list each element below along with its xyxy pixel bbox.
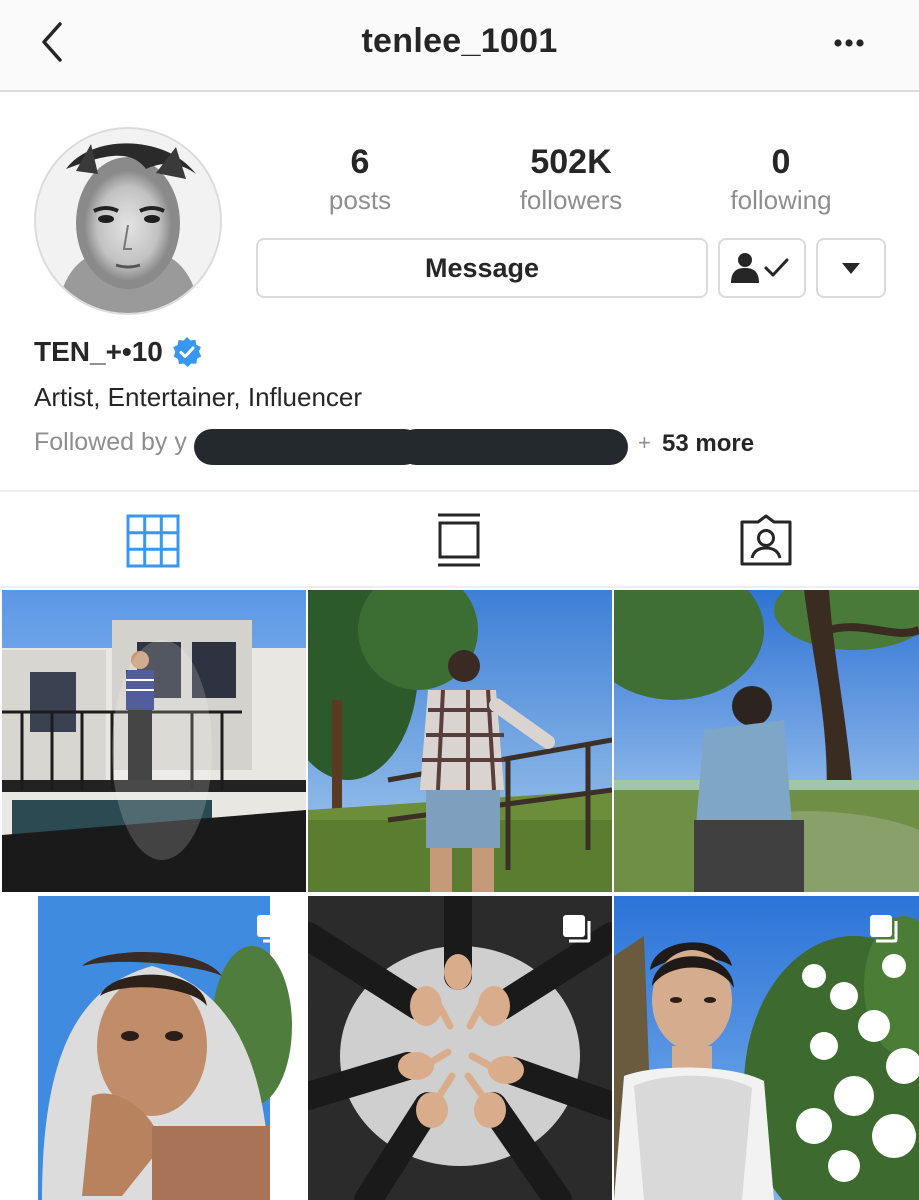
carousel-icon <box>870 915 898 943</box>
feed-view-icon <box>438 513 480 567</box>
stat-followers[interactable]: 502K followers <box>471 142 671 216</box>
stat-following[interactable]: 0 following <box>681 142 881 216</box>
carousel-icon <box>257 915 285 943</box>
followers-count: 502K <box>530 143 612 181</box>
profile-username-title: tenlee_1001 <box>361 22 558 60</box>
post-thumbnail[interactable] <box>2 590 306 892</box>
following-count: 0 <box>771 143 791 181</box>
tab-grid[interactable] <box>126 514 186 572</box>
followed-by-plus: + <box>638 430 651 455</box>
message-button[interactable]: Message <box>256 238 708 298</box>
followed-by-more-link[interactable]: 53 more <box>662 430 754 458</box>
followed-by-row[interactable]: Followed by y y + 53 more <box>34 428 914 465</box>
following-status-button[interactable] <box>718 238 806 298</box>
tagged-person-icon <box>740 514 792 566</box>
suggested-accounts-dropdown-button[interactable] <box>816 238 886 298</box>
verified-badge-icon <box>173 337 202 367</box>
post-thumbnail[interactable] <box>2 896 306 1200</box>
top-navigation-bar: tenlee_1001 <box>0 0 919 92</box>
following-label: following <box>730 185 832 215</box>
more-options-icon[interactable] <box>826 24 876 64</box>
post-thumbnail[interactable] <box>308 590 612 892</box>
grid-icon <box>126 514 180 568</box>
profile-avatar[interactable] <box>34 127 222 315</box>
tab-tagged[interactable] <box>738 514 798 572</box>
post-thumbnail[interactable] <box>308 896 612 1200</box>
post-thumbnail[interactable] <box>614 590 919 892</box>
profile-bio: Artist, Entertainer, Influencer <box>34 382 363 412</box>
profile-display-name: TEN_+•10 <box>34 336 163 367</box>
tab-feed[interactable] <box>436 512 496 570</box>
followers-label: followers <box>519 185 623 215</box>
redacted-username-block <box>398 429 628 465</box>
redacted-username-block <box>194 429 422 465</box>
person-check-icon <box>731 253 789 283</box>
post-thumbnail[interactable] <box>614 896 919 1200</box>
posts-label: posts <box>328 185 392 215</box>
posts-count: 6 <box>350 143 370 181</box>
profile-name-row: TEN_+•10 <box>34 336 203 368</box>
carousel-icon <box>563 915 591 943</box>
followed-by-label: Followed by y <box>34 428 187 456</box>
profile-tabs <box>0 490 919 588</box>
posts-grid <box>0 590 919 1200</box>
stat-posts: 6 posts <box>260 142 460 216</box>
caret-down-icon <box>842 263 860 274</box>
